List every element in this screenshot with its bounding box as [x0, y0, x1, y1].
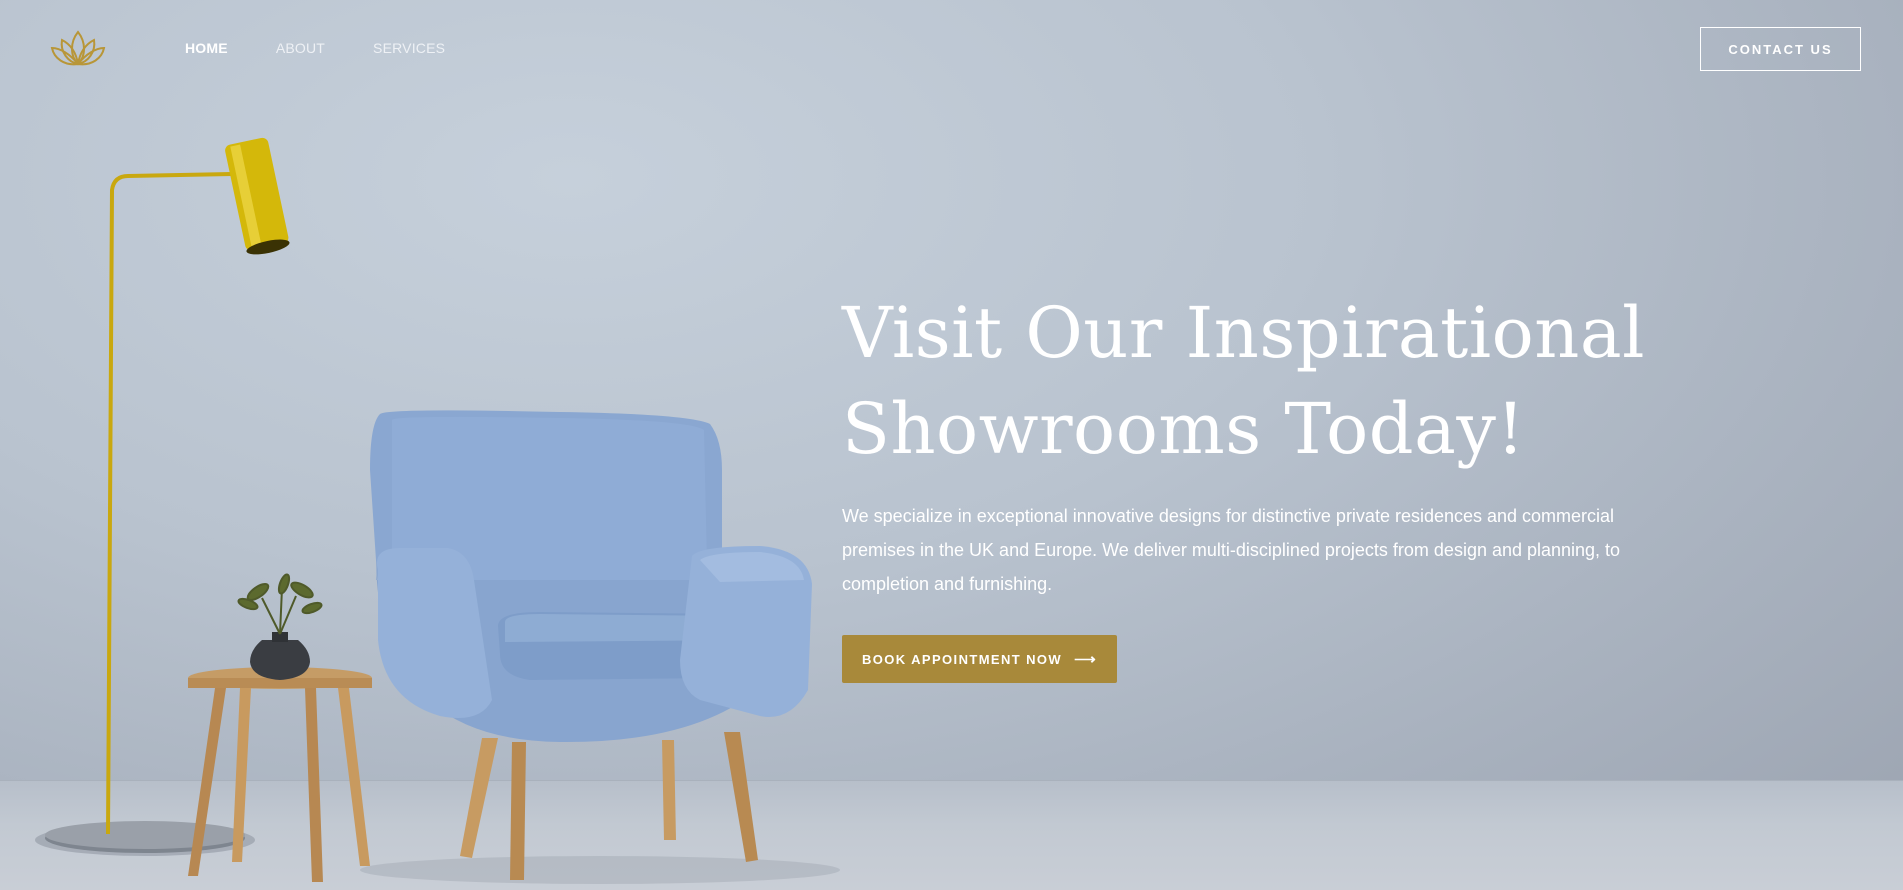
- nav-item-about[interactable]: ABOUT: [276, 40, 325, 56]
- nav-item-services[interactable]: SERVICES: [373, 40, 445, 56]
- main-nav: HOME ABOUT SERVICES: [185, 40, 445, 56]
- lotus-logo-icon[interactable]: [48, 26, 108, 70]
- armchair: [370, 410, 812, 880]
- floor-lamp: [45, 137, 290, 853]
- hero-headline: Visit Our Inspirational Showrooms Today!: [842, 285, 1702, 477]
- headline-line-1: Visit Our Inspirational: [842, 292, 1645, 374]
- hero-content: Visit Our Inspirational Showrooms Today!…: [842, 285, 1702, 683]
- arrow-right-icon: ⟶: [1074, 651, 1098, 668]
- hero-background: HOME ABOUT SERVICES CONTACT US Visit Our…: [0, 0, 1903, 890]
- hero-description: We specialize in exceptional innovative …: [842, 506, 1621, 594]
- headline-line-2: Showrooms Today!: [842, 388, 1526, 470]
- contact-us-button[interactable]: CONTACT US: [1700, 27, 1861, 71]
- cta-label: BOOK APPOINTMENT NOW: [861, 651, 1063, 667]
- book-appointment-button[interactable]: BOOK APPOINTMENT NOW ⟶: [842, 635, 1117, 683]
- nav-item-home[interactable]: HOME: [185, 40, 228, 56]
